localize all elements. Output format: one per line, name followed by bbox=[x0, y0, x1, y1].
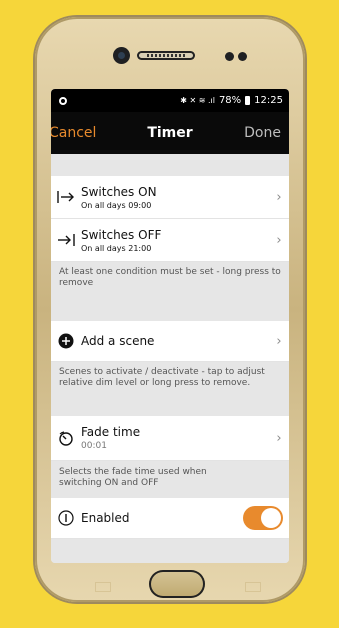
enabled-row: Enabled bbox=[51, 498, 289, 539]
chevron-right-icon: › bbox=[276, 189, 282, 205]
fade-time-title: Fade time bbox=[81, 425, 141, 439]
bottom-spacer bbox=[51, 539, 289, 563]
clock: 12:25 bbox=[254, 95, 283, 106]
notification-circle-icon bbox=[59, 96, 67, 105]
status-bar: ✱ ✕ ≋ .ıl 78% 12:25 bbox=[51, 89, 289, 112]
chevron-right-icon: › bbox=[276, 333, 282, 349]
chevron-right-icon: › bbox=[276, 232, 282, 248]
navigation-bar: Cancel Timer Done bbox=[51, 112, 289, 154]
phone-screen: ✱ ✕ ≋ .ıl 78% 12:25 Cancel Timer Done Sw… bbox=[51, 89, 289, 563]
recent-apps-softkey-icon[interactable] bbox=[245, 582, 261, 592]
add-scene-row[interactable]: Add a scene › bbox=[51, 321, 289, 362]
add-circle-icon bbox=[51, 333, 81, 349]
fade-time-value: 00:01 bbox=[81, 441, 107, 451]
switches-on-subtitle: On all days 09:00 bbox=[81, 200, 152, 210]
switches-off-title: Switches OFF bbox=[81, 227, 162, 242]
switches-on-row[interactable]: Switches ON On all days 09:00 › bbox=[51, 176, 289, 219]
proximity-sensors bbox=[225, 50, 251, 62]
done-button[interactable]: Done bbox=[244, 125, 281, 141]
battery-percent: 78% bbox=[218, 95, 242, 106]
fade-time-row[interactable]: Fade time 00:01 › bbox=[51, 416, 289, 461]
switches-off-subtitle: On all days 21:00 bbox=[81, 243, 152, 253]
fade-note: Selects the fade time used when switchin… bbox=[51, 461, 289, 498]
scenes-note: Scenes to activate / deactivate - tap to… bbox=[51, 362, 289, 398]
phone-frame: ✱ ✕ ≋ .ıl 78% 12:25 Cancel Timer Done Sw… bbox=[35, 17, 305, 602]
earpiece-speaker bbox=[137, 51, 195, 60]
switch-off-icon bbox=[51, 233, 81, 247]
section-gap bbox=[51, 154, 289, 176]
toggle-knob bbox=[261, 508, 281, 528]
info-circle-icon bbox=[51, 510, 81, 526]
back-softkey-icon[interactable] bbox=[95, 582, 111, 592]
add-scene-label: Add a scene bbox=[81, 334, 155, 348]
switches-off-row[interactable]: Switches OFF On all days 21:00 › bbox=[51, 219, 289, 262]
enabled-label: Enabled bbox=[81, 511, 130, 525]
enabled-toggle[interactable] bbox=[243, 506, 283, 530]
front-camera bbox=[113, 47, 130, 64]
chevron-right-icon: › bbox=[276, 430, 282, 446]
home-button[interactable] bbox=[149, 570, 205, 598]
cancel-button[interactable]: Cancel bbox=[51, 125, 96, 141]
battery-icon bbox=[245, 96, 251, 105]
switch-on-icon bbox=[51, 190, 81, 204]
switches-on-title: Switches ON bbox=[81, 184, 157, 199]
status-icons: ✱ ✕ ≋ .ıl bbox=[180, 96, 215, 105]
timer-icon bbox=[51, 430, 81, 446]
conditions-note: At least one condition must be set - lon… bbox=[51, 262, 289, 299]
